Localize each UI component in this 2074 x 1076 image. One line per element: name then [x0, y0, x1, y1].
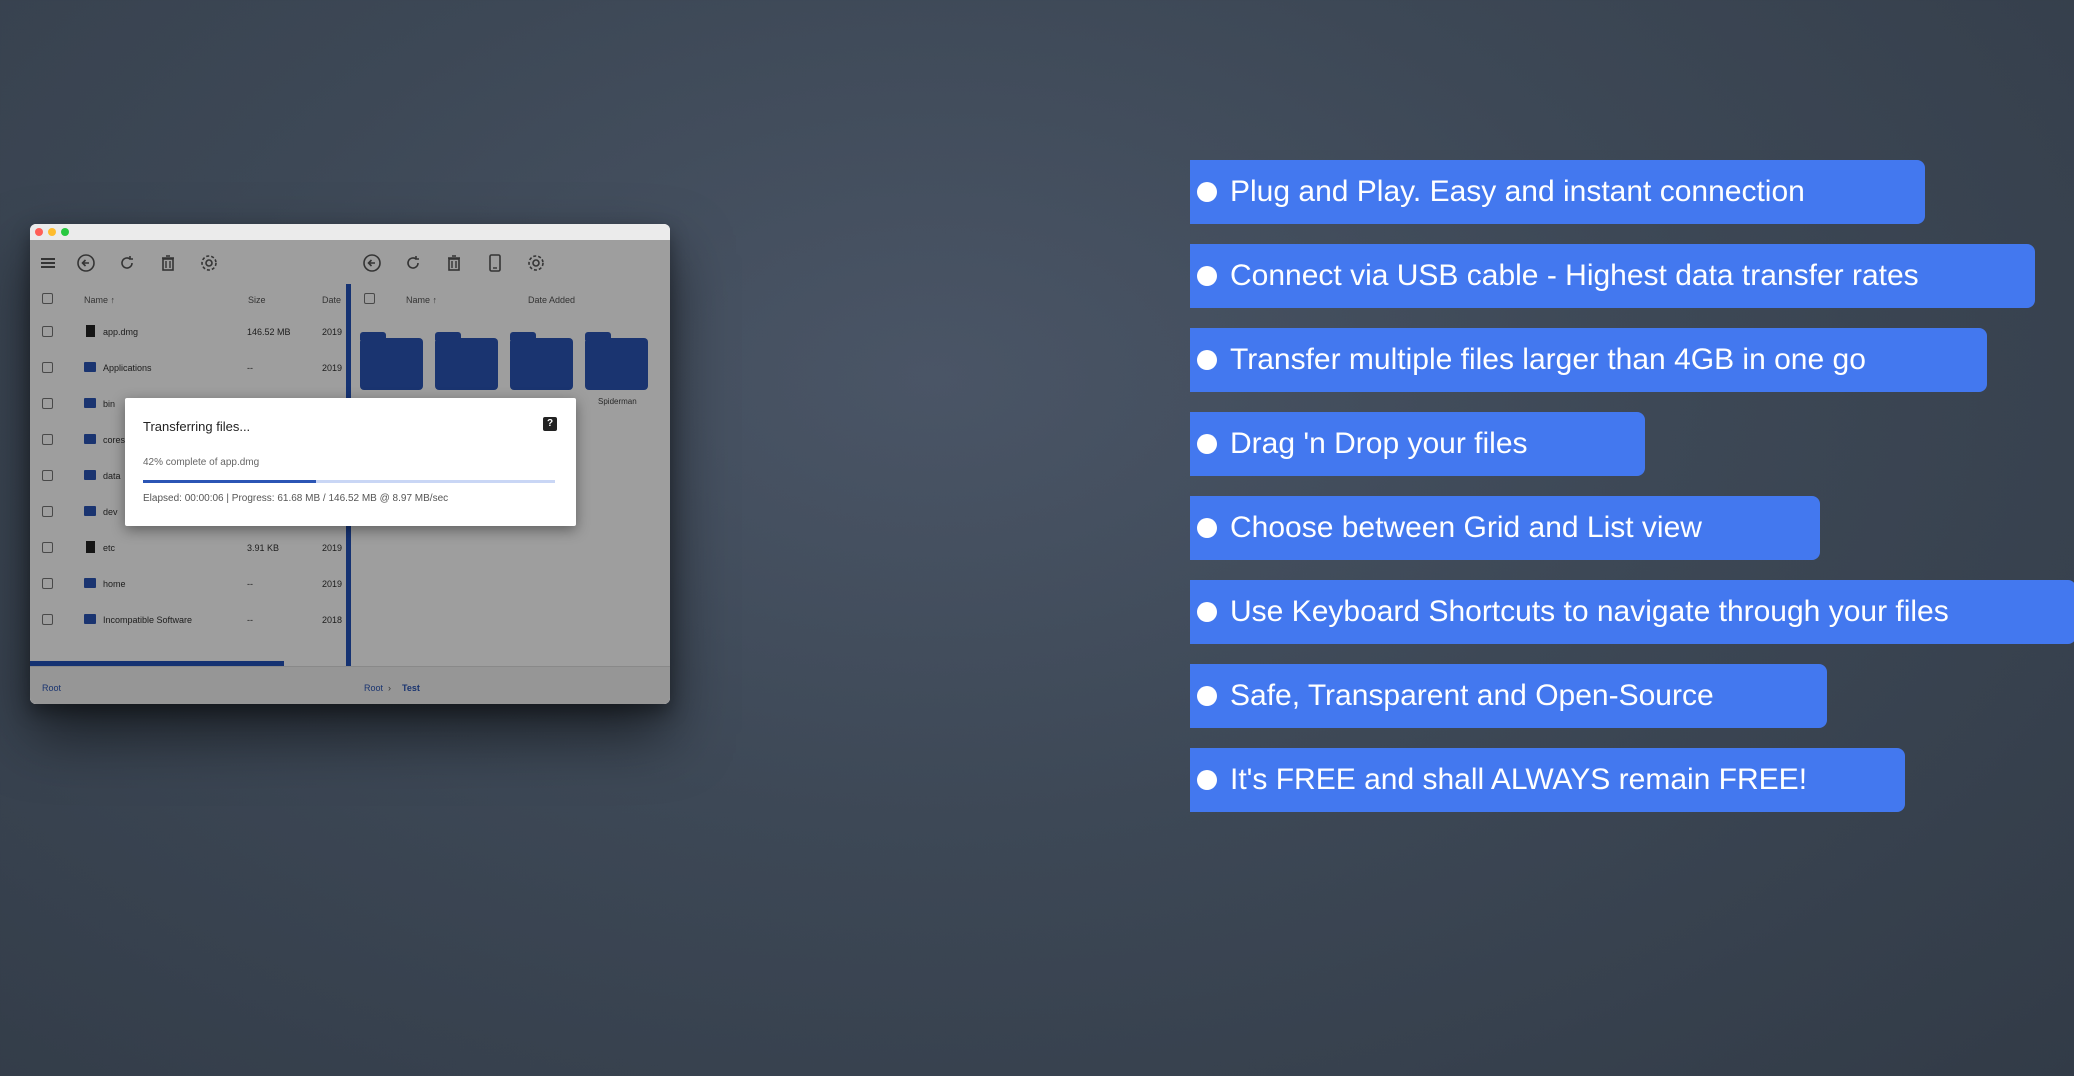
help-icon[interactable]: ?	[543, 417, 557, 431]
dialog-subtitle: 42% complete of app.dmg	[143, 457, 260, 468]
feature-text: Plug and Play. Easy and instant connecti…	[1230, 175, 1805, 208]
bullet-dot-icon	[1197, 182, 1217, 202]
feature-item: Plug and Play. Easy and instant connecti…	[1190, 160, 1925, 224]
transfer-progress-bar	[143, 480, 555, 483]
transfer-dialog: Transferring files... ? 42% complete of …	[125, 398, 576, 526]
feature-text: Use Keyboard Shortcuts to navigate throu…	[1230, 595, 1949, 628]
feature-item: It's FREE and shall ALWAYS remain FREE!	[1190, 748, 1905, 812]
feature-item: Safe, Transparent and Open-Source	[1190, 664, 1827, 728]
bullet-dot-icon	[1197, 518, 1217, 538]
feature-text: Transfer multiple files larger than 4GB …	[1230, 343, 1866, 376]
feature-text: Choose between Grid and List view	[1230, 511, 1702, 544]
title-bar	[30, 224, 670, 240]
feature-text: It's FREE and shall ALWAYS remain FREE!	[1230, 763, 1808, 796]
feature-item: Use Keyboard Shortcuts to navigate throu…	[1190, 580, 2074, 644]
zoom-window-button[interactable]	[61, 228, 69, 236]
bullet-dot-icon	[1197, 266, 1217, 286]
feature-item: Drag 'n Drop your files	[1190, 412, 1645, 476]
bullet-dot-icon	[1197, 686, 1217, 706]
feature-text: Connect via USB cable - Highest data tra…	[1230, 259, 1919, 292]
close-window-button[interactable]	[35, 228, 43, 236]
feature-text: Drag 'n Drop your files	[1230, 427, 1528, 460]
minimize-window-button[interactable]	[48, 228, 56, 236]
feature-item: Choose between Grid and List view	[1190, 496, 1820, 560]
transfer-progress-fill	[143, 480, 317, 483]
transfer-status: Elapsed: 00:00:06 | Progress: 61.68 MB /…	[143, 493, 449, 504]
dialog-title: Transferring files...	[143, 419, 251, 434]
app-window: Name ↑ Size Date app.dmg 146.52 MB 2019 App…	[30, 224, 670, 704]
bullet-dot-icon	[1197, 434, 1217, 454]
bullet-dot-icon	[1197, 770, 1217, 790]
bullet-dot-icon	[1197, 602, 1217, 622]
bullet-dot-icon	[1197, 350, 1217, 370]
feature-item: Connect via USB cable - Highest data tra…	[1190, 244, 2035, 308]
feature-text: Safe, Transparent and Open-Source	[1230, 679, 1714, 712]
feature-item: Transfer multiple files larger than 4GB …	[1190, 328, 1987, 392]
